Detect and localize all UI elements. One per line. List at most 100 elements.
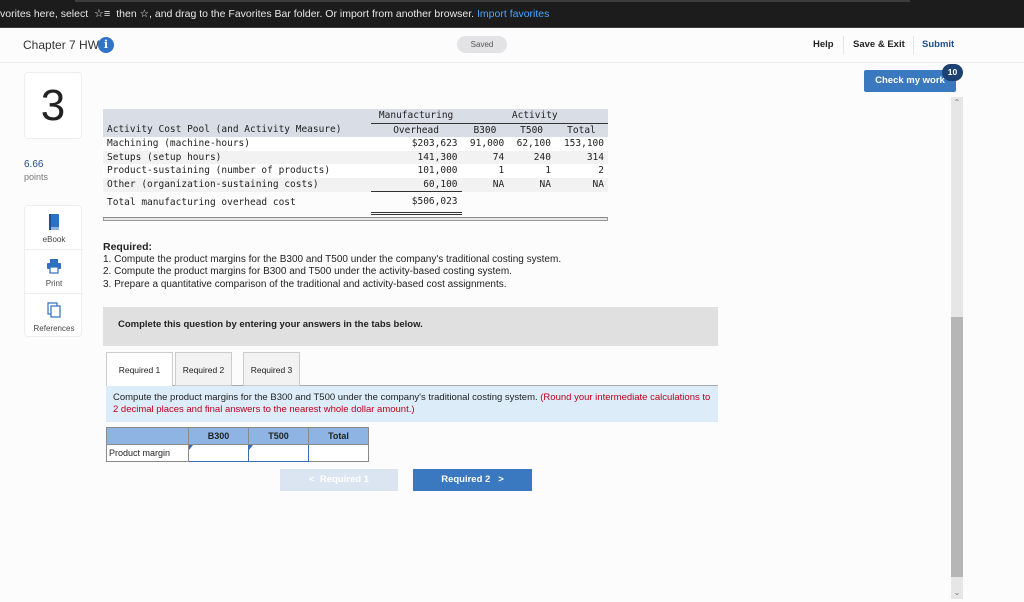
favorites-bar-text-2: then ☆, and drag to the Favorites Bar fo… [116, 8, 475, 20]
instructions-banner: Complete this question by entering your … [103, 307, 718, 346]
table-row: Machining (machine-hours) $203,623 91,00… [103, 137, 608, 151]
header-pool: Activity Cost Pool (and Activity Measure… [103, 123, 371, 137]
next-required-button[interactable]: Required 2 > [413, 469, 532, 491]
cell-b300: 1 [461, 164, 509, 178]
cell-overhead: 141,300 [370, 150, 462, 164]
tab-instruction-text: Compute the product margins for the B300… [113, 392, 538, 403]
table-header-row: Activity Cost Pool (and Activity Measure… [103, 123, 608, 137]
cell-overhead: 60,100 [370, 177, 462, 192]
divider [843, 36, 844, 54]
instructions-banner-text: Complete this question by entering your … [118, 319, 423, 330]
printer-icon [47, 259, 61, 274]
header-b300: B300 [461, 123, 509, 137]
cell-b300: 91,000 [461, 137, 509, 151]
import-favorites-link[interactable]: Import favorites [477, 8, 549, 20]
print-button[interactable]: Print [25, 250, 83, 294]
cell-overhead: 101,000 [370, 164, 462, 178]
cell-pool: Product-sustaining (number of products) [103, 164, 371, 178]
favorites-list-icon: ☆≡ [94, 8, 111, 20]
assignment-header: Chapter 7 HW i Saved Help Save & Exit Su… [0, 28, 1024, 63]
answer-table: B300 T500 Total Product margin [106, 427, 369, 462]
scroll-up-icon[interactable]: ⌃ [951, 97, 963, 109]
total-overhead: $506,023 [370, 191, 462, 215]
assignment-title: Chapter 7 HW [23, 38, 100, 52]
cell-pool: Setups (setup hours) [103, 150, 371, 164]
table-row: Setups (setup hours) 141,300 74 240 314 [103, 150, 608, 164]
answer-header-b300: B300 [188, 427, 249, 445]
check-attempts-badge: 10 [942, 64, 963, 81]
header-total: Total [554, 123, 608, 137]
favorites-bar-top-edge [75, 0, 910, 2]
b300-product-margin-input[interactable] [188, 444, 249, 462]
table-bottom-rule [103, 217, 608, 221]
prev-required-button[interactable]: < Required 1 [280, 469, 398, 491]
next-label: Required 2 [441, 474, 491, 485]
chevron-right-icon: > [490, 474, 504, 485]
header-t500: T500 [508, 123, 555, 137]
activity-cost-table: Manufacturing Activity Activity Cost Poo… [103, 109, 608, 215]
tab-required-1[interactable]: Required 1 [106, 352, 173, 387]
saved-status-badge: Saved [457, 36, 507, 53]
table-header-row: Manufacturing Activity [103, 109, 608, 124]
cell-t500: 62,100 [508, 137, 555, 151]
book-icon [49, 214, 59, 230]
cell-t500: 240 [508, 150, 555, 164]
print-label: Print [45, 279, 63, 288]
references-icon [47, 302, 61, 318]
cell-b300: 74 [461, 150, 509, 164]
cell-total: 2 [554, 164, 608, 178]
save-exit-button[interactable]: Save & Exit [853, 39, 905, 50]
info-icon[interactable]: i [98, 37, 114, 53]
answer-header-blank [106, 427, 189, 445]
header-overhead: Overhead [370, 123, 462, 137]
cell-pool: Machining (machine-hours) [103, 137, 371, 151]
tab-required-2[interactable]: Required 2 [175, 352, 232, 386]
required-item-1: 1. Compute the product margins for the B… [103, 253, 562, 265]
answer-header-total: Total [308, 427, 369, 445]
product-margin-label: Product margin [106, 444, 189, 462]
total-label: Total manufacturing overhead cost [103, 191, 371, 214]
cell-b300: NA [461, 177, 509, 192]
cell-total: 153,100 [554, 137, 608, 151]
cell-t500: NA [508, 177, 555, 192]
answer-row: Product margin [106, 444, 369, 462]
divider [913, 36, 914, 54]
submit-button[interactable]: Submit [922, 39, 954, 50]
scroll-thumb[interactable] [951, 317, 963, 577]
points-value: 6.66 [24, 159, 44, 170]
question-number: 3 [24, 72, 82, 139]
required-item-2: 2. Compute the product margins for B300 … [103, 266, 512, 277]
cell-t500: 1 [508, 164, 555, 178]
references-button[interactable]: References [25, 294, 83, 338]
header-manufacturing: Manufacturing [370, 109, 462, 124]
ebook-label: eBook [42, 235, 66, 244]
references-label: References [33, 324, 75, 333]
prev-label: Required 1 [319, 474, 369, 485]
ebook-button[interactable]: eBook [25, 206, 83, 250]
tools-panel: eBook Print References [24, 205, 83, 338]
answer-header-row: B300 T500 Total [106, 427, 369, 445]
table-total-row: Total manufacturing overhead cost $506,0… [103, 191, 608, 215]
points-label: points [24, 172, 49, 182]
chevron-left-icon: < [309, 474, 320, 485]
answer-header-t500: T500 [248, 427, 309, 445]
table-row: Other (organization-sustaining costs) 60… [103, 177, 608, 192]
scroll-down-icon[interactable]: ⌄ [951, 587, 963, 599]
help-button[interactable]: Help [813, 39, 834, 50]
cell-total: 314 [554, 150, 608, 164]
cell-pool: Other (organization-sustaining costs) [103, 177, 371, 192]
tab-instruction: Compute the product margins for the B300… [106, 386, 718, 422]
tab-required-3[interactable]: Required 3 [243, 352, 300, 386]
scrollbar[interactable]: ⌃ ⌄ [951, 97, 963, 599]
required-item-3: 3. Prepare a quantitative comparison of … [103, 278, 507, 290]
header-activity: Activity [461, 109, 608, 124]
total-product-margin-cell [308, 444, 369, 462]
favorites-bar: vorites here, select ☆≡ then ☆, and drag… [0, 0, 1024, 28]
required-heading: Required: [103, 241, 153, 253]
favorites-bar-text: vorites here, select [0, 8, 89, 20]
t500-product-margin-input[interactable] [248, 444, 309, 462]
table-row: Product-sustaining (number of products) … [103, 164, 608, 178]
cell-total: NA [554, 177, 608, 192]
cell-overhead: $203,623 [370, 137, 462, 151]
required-section: Required: 1. Compute the product margins… [103, 241, 561, 291]
